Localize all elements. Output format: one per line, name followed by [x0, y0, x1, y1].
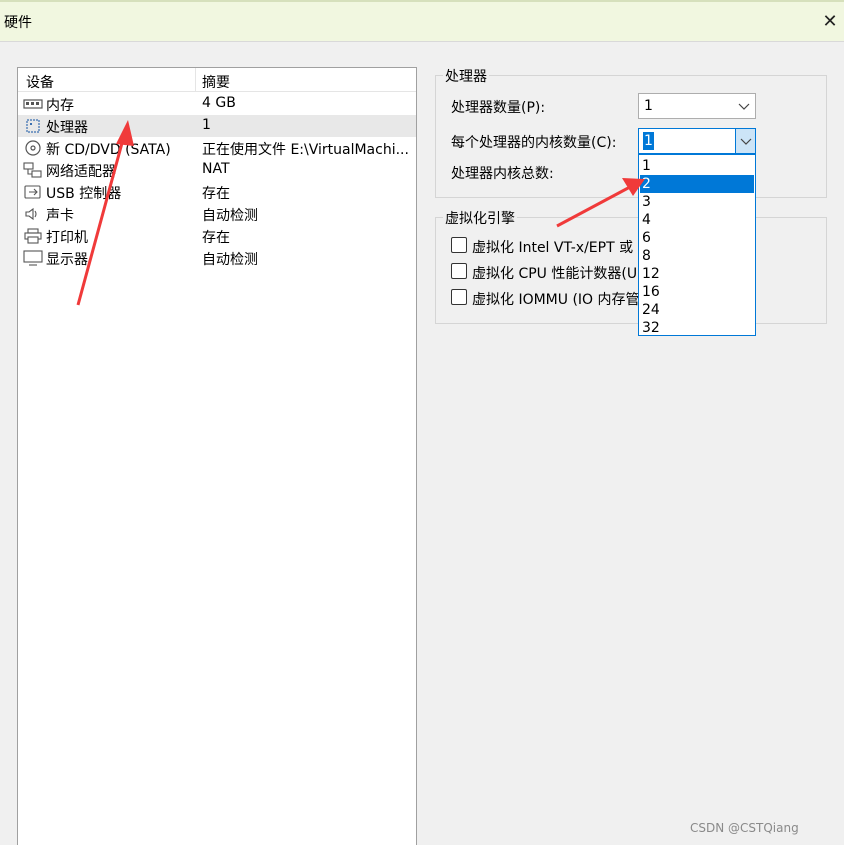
virtualize-cpu-counters-label[interactable]: 虚拟化 CPU 性能计数器(U [472, 263, 637, 283]
device-row-display[interactable]: 显示器 自动检测 [18, 247, 416, 269]
device-list-header: 设备 摘要 [18, 68, 416, 92]
processor-count-select[interactable]: 1 [638, 93, 756, 119]
watermark: CSDN @CSTQiang [690, 821, 799, 835]
cores-option-highlighted[interactable]: 2 [640, 175, 754, 193]
chevron-down-icon [738, 103, 750, 110]
device-summary: 正在使用文件 E:\VirtualMachi... [202, 142, 409, 158]
device-summary: NAT [202, 161, 230, 177]
cores-option[interactable]: 12 [640, 265, 754, 283]
device-summary: 存在 [202, 230, 230, 246]
network-adapter-icon [23, 162, 42, 178]
device-row-usb-controller[interactable]: USB 控制器 存在 [18, 181, 416, 203]
title-bar: 硬件 ✕ [0, 0, 844, 42]
total-cores-label: 处理器内核总数: [451, 166, 554, 182]
virtualize-cpu-counters-checkbox[interactable] [451, 263, 467, 279]
chevron-down-icon [740, 138, 752, 145]
sound-card-icon [25, 207, 37, 221]
device-row-printer[interactable]: 打印机 存在 [18, 225, 416, 247]
virtualization-group-title: 虚拟化引擎 [443, 208, 517, 228]
cores-option[interactable]: 6 [640, 229, 754, 247]
cores-option[interactable]: 4 [640, 211, 754, 229]
cores-option[interactable]: 8 [640, 247, 754, 265]
column-header-summary[interactable]: 摘要 [202, 72, 230, 92]
device-name: USB 控制器 [46, 186, 122, 202]
device-name: 新 CD/DVD (SATA) [46, 142, 171, 158]
device-name: 内存 [46, 98, 74, 114]
device-summary: 1 [202, 117, 211, 133]
virtualize-vtx-label[interactable]: 虚拟化 Intel VT-x/EPT 或 [472, 237, 633, 257]
cores-per-processor-value: 1 [643, 132, 654, 150]
usb-controller-icon [24, 185, 41, 199]
column-separator[interactable] [195, 68, 196, 92]
cores-option[interactable]: 24 [640, 301, 754, 319]
virtualize-vtx-checkbox[interactable] [451, 237, 467, 253]
virtualize-iommu-label[interactable]: 虚拟化 IOMMU (IO 内存管 [472, 289, 640, 309]
close-icon[interactable]: ✕ [820, 12, 840, 32]
device-name: 打印机 [46, 230, 88, 246]
cores-option[interactable]: 1 [640, 157, 754, 175]
device-row-network-adapter[interactable]: 网络适配器 NAT [18, 159, 416, 181]
device-name: 显示器 [46, 252, 88, 268]
device-list[interactable]: 设备 摘要 内存 4 GB 处理器 1 新 CD/DVD (SATA) 正在使用… [17, 67, 417, 845]
printer-icon [24, 228, 42, 244]
window-title: 硬件 [4, 15, 32, 31]
processor-icon [26, 119, 40, 133]
processor-group-title: 处理器 [443, 66, 489, 86]
device-row-processor[interactable]: 处理器 1 [18, 115, 416, 137]
cores-option[interactable]: 32 [640, 319, 754, 337]
device-summary: 4 GB [202, 95, 236, 111]
display-icon [23, 250, 43, 266]
cores-dropdown-list[interactable]: 1 2 3 4 6 8 12 16 24 32 [638, 154, 756, 336]
cores-option[interactable]: 3 [640, 193, 754, 211]
virtualize-iommu-checkbox[interactable] [451, 289, 467, 305]
device-summary: 自动检测 [202, 208, 258, 224]
device-row-memory[interactable]: 内存 4 GB [18, 93, 416, 115]
cores-per-processor-select[interactable]: 1 [638, 128, 756, 154]
dropdown-toggle[interactable] [735, 129, 755, 153]
device-row-sound-card[interactable]: 声卡 自动检测 [18, 203, 416, 225]
processor-count-value: 1 [644, 98, 653, 114]
device-summary: 自动检测 [202, 252, 258, 268]
device-row-cd-dvd[interactable]: 新 CD/DVD (SATA) 正在使用文件 E:\VirtualMachi..… [18, 137, 416, 159]
device-name: 网络适配器 [46, 164, 116, 180]
device-summary: 存在 [202, 186, 230, 202]
memory-icon [23, 99, 43, 109]
cores-per-processor-label: 每个处理器的内核数量(C): [451, 135, 617, 151]
device-name: 处理器 [46, 120, 88, 136]
cores-option[interactable]: 16 [640, 283, 754, 301]
processor-count-label: 处理器数量(P): [451, 100, 546, 116]
device-name: 声卡 [46, 208, 74, 224]
column-header-device[interactable]: 设备 [26, 72, 54, 92]
cd-dvd-icon [25, 140, 41, 156]
